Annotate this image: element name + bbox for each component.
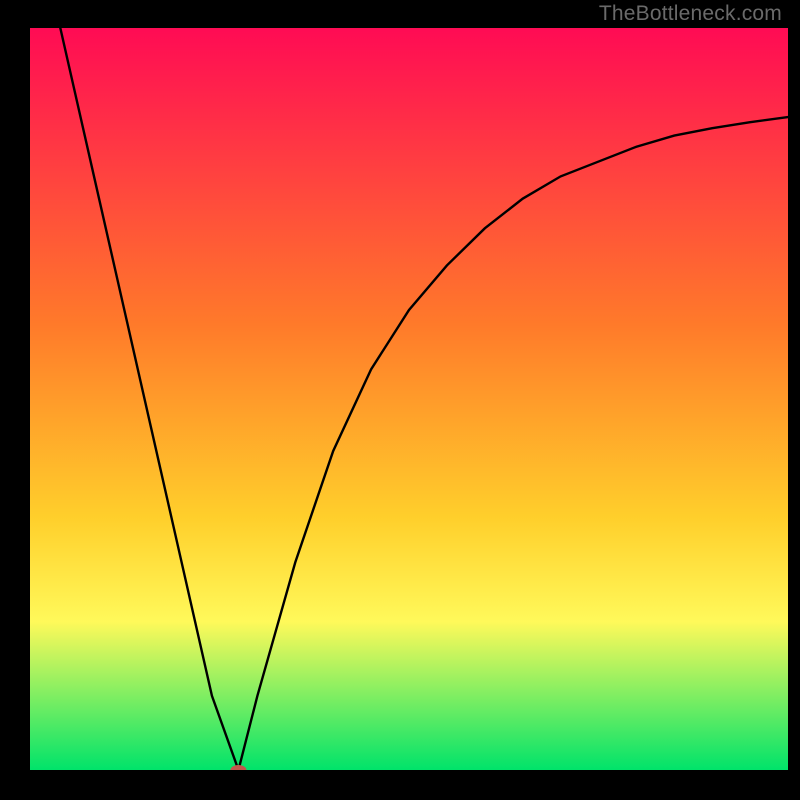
watermark-label: TheBottleneck.com [599,2,782,26]
optimum-marker [230,765,246,775]
chart-frame: TheBottleneck.com [0,0,800,800]
bottleneck-chart [0,0,800,800]
